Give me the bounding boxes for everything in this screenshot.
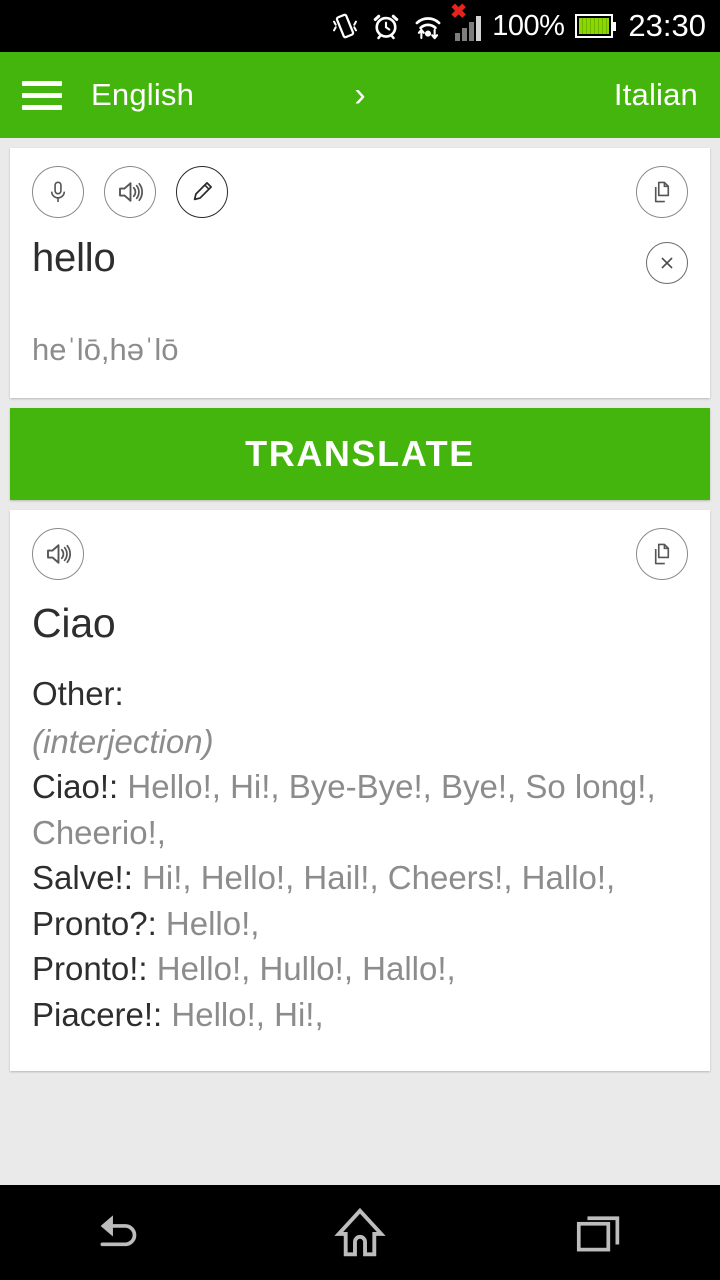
definitions-block: Other: (interjection) Ciao!: Hello!, Hi!… <box>10 647 710 1071</box>
system-status-bar: ✖ 100% 23:30 <box>0 0 720 52</box>
speaker-icon[interactable] <box>104 166 156 218</box>
definition-meanings: Hello!, <box>156 904 260 942</box>
home-button[interactable] <box>300 1185 420 1280</box>
definition-term: Pronto!: <box>32 950 148 988</box>
speaker-icon[interactable] <box>32 528 84 580</box>
microphone-icon[interactable] <box>32 166 84 218</box>
translate-button[interactable]: TRANSLATE <box>10 408 710 500</box>
definition-term: Salve!: <box>32 859 133 897</box>
signal-error-icon: ✖ <box>450 1 468 23</box>
chevron-right-icon: › <box>354 76 366 114</box>
copy-icon[interactable] <box>636 166 688 218</box>
definition-meanings: Hi!, Hello!, Hail!, Cheers!, Hallo!, <box>132 859 616 897</box>
battery-percent-label: 100% <box>492 9 565 42</box>
definition-meanings: Hello!, Hi!, Bye-Bye!, Bye!, So long!, C… <box>32 768 656 851</box>
definition-entry: Salve!: Hi!, Hello!, Hail!, Cheers!, Hal… <box>32 855 688 901</box>
definition-entry: Piacere!: Hello!, Hi!, <box>32 992 688 1038</box>
definition-entry-list: Ciao!: Hello!, Hi!, Bye-Bye!, Bye!, So l… <box>32 764 688 1037</box>
copy-icon[interactable] <box>636 528 688 580</box>
translation-result-card: Ciao Other: (interjection) Ciao!: Hello!… <box>10 510 710 1072</box>
definition-entry: Ciao!: Hello!, Hi!, Bye-Bye!, Bye!, So l… <box>32 764 688 855</box>
definition-term: Ciao!: <box>32 768 119 806</box>
recents-button[interactable] <box>540 1185 660 1280</box>
definition-meanings: Hello!, Hi!, <box>162 995 324 1033</box>
wifi-transfer-icon <box>412 11 444 41</box>
back-button[interactable] <box>60 1185 180 1280</box>
signal-bars-icon: ✖ <box>450 2 482 41</box>
target-language-selector[interactable]: Italian <box>614 77 698 113</box>
app-header: English › Italian <box>0 52 720 138</box>
source-text-input[interactable]: hello <box>32 236 646 281</box>
clear-input-button[interactable] <box>646 242 688 284</box>
definition-term: Pronto?: <box>32 904 157 942</box>
definition-term: Piacere!: <box>32 995 163 1033</box>
definition-entry: Pronto!: Hello!, Hullo!, Hallo!, <box>32 946 688 992</box>
part-of-speech-label: (interjection) <box>32 722 214 760</box>
pencil-icon[interactable] <box>176 166 228 218</box>
status-clock: 23:30 <box>628 8 706 43</box>
translated-text: Ciao <box>32 600 116 646</box>
app-root: ✖ 100% 23:30 English › Italian hello heˈ… <box>0 0 720 1280</box>
source-card-toolbar <box>10 148 710 218</box>
source-language-selector[interactable]: English <box>91 77 194 113</box>
hamburger-menu-icon[interactable] <box>22 80 62 110</box>
source-text-card: hello heˈlō,həˈlō <box>10 148 710 398</box>
phonetic-transcription: heˈlō,həˈlō <box>32 332 179 367</box>
definition-entry: Pronto?: Hello!, <box>32 901 688 947</box>
definitions-section-label: Other: <box>32 675 124 712</box>
translate-button-label: TRANSLATE <box>245 433 475 474</box>
battery-full-icon <box>575 14 617 38</box>
android-navigation-bar <box>0 1185 720 1280</box>
alarm-clock-icon <box>371 11 401 41</box>
definition-meanings: Hello!, Hullo!, Hallo!, <box>147 950 456 988</box>
result-card-toolbar <box>10 510 710 580</box>
vibrate-icon <box>330 11 360 41</box>
source-text-row: hello <box>10 218 710 284</box>
